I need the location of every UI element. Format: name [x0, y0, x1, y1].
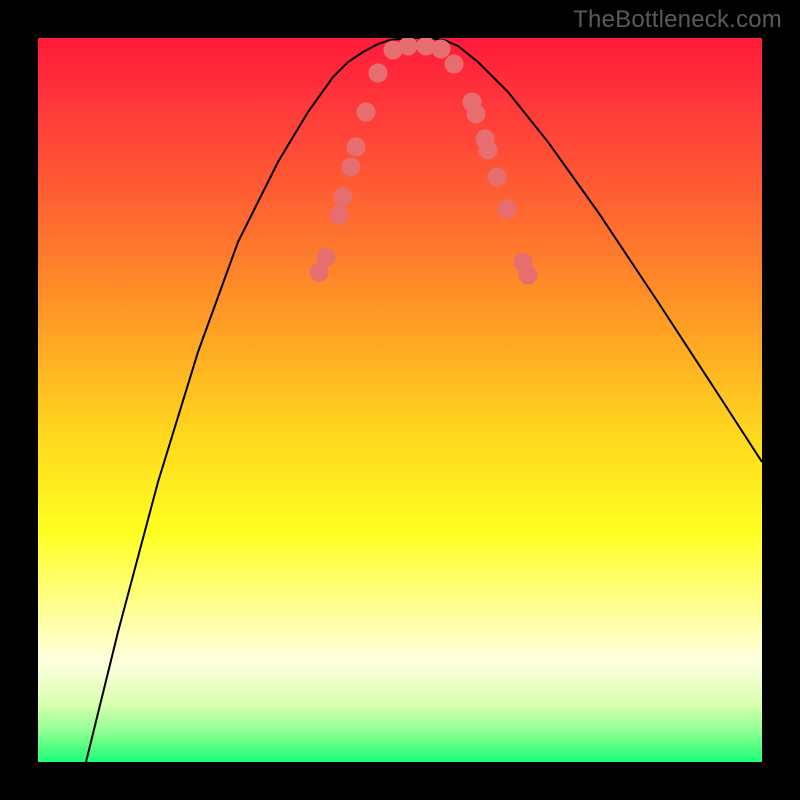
data-marker	[445, 55, 463, 73]
bottleneck-curve	[86, 38, 762, 762]
data-marker	[330, 206, 348, 224]
curve-svg	[38, 38, 762, 762]
data-marker	[347, 138, 365, 156]
chart-plot-area	[38, 38, 762, 762]
data-markers-group	[310, 38, 537, 284]
data-marker	[432, 40, 450, 58]
data-marker	[369, 64, 387, 82]
data-marker	[519, 266, 537, 284]
data-marker	[467, 105, 485, 123]
data-marker	[488, 168, 506, 186]
data-marker	[334, 188, 352, 206]
data-marker	[342, 158, 360, 176]
data-marker	[399, 38, 417, 55]
data-marker	[357, 103, 375, 121]
data-marker	[479, 141, 497, 159]
watermark-text: TheBottleneck.com	[573, 6, 782, 34]
data-marker	[498, 200, 516, 218]
data-marker	[317, 248, 335, 266]
